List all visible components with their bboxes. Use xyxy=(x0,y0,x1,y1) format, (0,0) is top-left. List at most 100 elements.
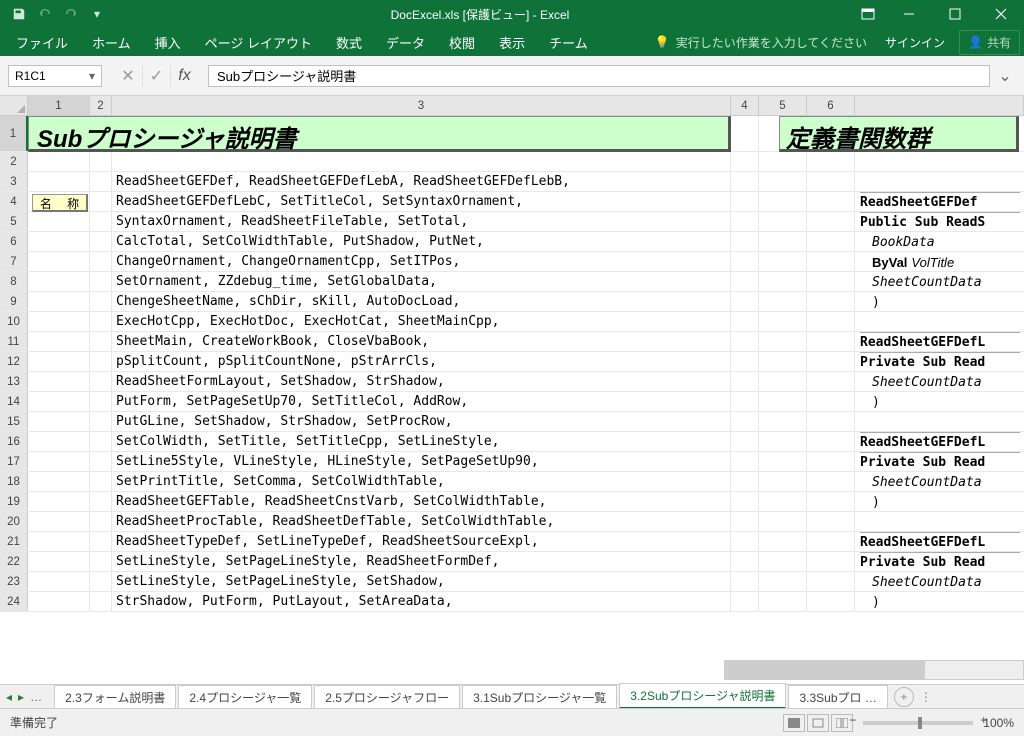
sheet-tab[interactable]: 3.1Subプロシージャ一覧 xyxy=(462,685,617,709)
cell[interactable] xyxy=(807,552,855,571)
cell[interactable] xyxy=(807,292,855,311)
row-header[interactable]: 12 xyxy=(0,352,28,371)
cell[interactable] xyxy=(807,212,855,231)
cell[interactable] xyxy=(759,552,807,571)
cell[interactable] xyxy=(28,492,90,511)
signin-link[interactable]: サインイン xyxy=(885,34,945,51)
cell[interactable] xyxy=(112,152,731,171)
cell[interactable]: SheetMain, CreateWorkBook, CloseVbaBook, xyxy=(112,332,731,351)
cell[interactable] xyxy=(807,232,855,251)
cell[interactable] xyxy=(90,252,112,271)
cell[interactable] xyxy=(28,232,90,251)
cell[interactable] xyxy=(731,252,759,271)
cell[interactable] xyxy=(90,332,112,351)
cell[interactable] xyxy=(90,352,112,371)
row-header[interactable]: 1 xyxy=(0,116,28,151)
cell[interactable]: SetPrintTitle, SetComma, SetColWidthTabl… xyxy=(112,472,731,491)
cell[interactable] xyxy=(759,532,807,551)
cell[interactable] xyxy=(90,552,112,571)
share-button[interactable]: 👤 共有 xyxy=(959,30,1020,55)
cell[interactable] xyxy=(759,332,807,351)
cell[interactable] xyxy=(90,272,112,291)
row-header[interactable]: 14 xyxy=(0,392,28,411)
cell[interactable]: ReadSheetGEFTable, ReadSheetCnstVarb, Se… xyxy=(112,492,731,511)
ribbon-tab[interactable]: ファイル xyxy=(4,28,80,56)
row-header[interactable]: 2 xyxy=(0,152,28,171)
cell[interactable] xyxy=(731,472,759,491)
zoom-level[interactable]: 100% xyxy=(983,716,1014,730)
cell[interactable] xyxy=(28,472,90,491)
cell[interactable]: ReadSheetProcTable, ReadSheetDefTable, S… xyxy=(112,512,731,531)
cell[interactable] xyxy=(731,552,759,571)
sheet-tab[interactable]: 3.2Subプロシージャ説明書 xyxy=(619,683,786,709)
cell[interactable] xyxy=(28,412,90,431)
cell[interactable] xyxy=(731,532,759,551)
qat-customize-icon[interactable]: ▾ xyxy=(84,0,110,28)
cell[interactable] xyxy=(807,572,855,591)
cell[interactable] xyxy=(759,512,807,531)
cell[interactable] xyxy=(807,372,855,391)
cell[interactable]: SetLineStyle, SetPageLineStyle, ReadShee… xyxy=(112,552,731,571)
cell[interactable] xyxy=(28,372,90,391)
cell[interactable] xyxy=(807,172,855,191)
close-button[interactable] xyxy=(978,0,1024,28)
row-header[interactable]: 8 xyxy=(0,272,28,291)
row-header[interactable]: 17 xyxy=(0,452,28,471)
cell[interactable] xyxy=(759,292,807,311)
cell[interactable]: SetLine5Style, VLineStyle, HLineStyle, S… xyxy=(112,452,731,471)
row-header[interactable]: 16 xyxy=(0,432,28,451)
ribbon-tab[interactable]: データ xyxy=(374,28,437,56)
cell[interactable] xyxy=(90,432,112,451)
cell[interactable] xyxy=(28,212,90,231)
cell[interactable]: StrShadow, PutForm, PutLayout, SetAreaDa… xyxy=(112,592,731,611)
minimize-button[interactable] xyxy=(886,0,932,28)
row-header[interactable]: 5 xyxy=(0,212,28,231)
zoom-slider[interactable] xyxy=(863,721,973,725)
tab-menu-icon[interactable]: ⋮ xyxy=(920,690,932,704)
cell[interactable]: PutForm, SetPageSetUp70, SetTitleCol, Ad… xyxy=(112,392,731,411)
row-header[interactable]: 10 xyxy=(0,312,28,331)
cell[interactable] xyxy=(807,352,855,371)
cell[interactable] xyxy=(90,232,112,251)
row-header[interactable]: 11 xyxy=(0,332,28,351)
cell[interactable] xyxy=(28,152,90,171)
cell[interactable] xyxy=(759,212,807,231)
row-header[interactable]: 9 xyxy=(0,292,28,311)
horizontal-scrollbar[interactable] xyxy=(724,660,1024,680)
cell[interactable]: SetLineStyle, SetPageLineStyle, SetShado… xyxy=(112,572,731,591)
column-header[interactable]: 4 xyxy=(731,96,759,115)
row-header[interactable]: 22 xyxy=(0,552,28,571)
column-header[interactable]: 1 xyxy=(28,96,90,115)
cell[interactable] xyxy=(731,372,759,391)
cell[interactable] xyxy=(90,292,112,311)
enter-formula-icon[interactable]: ✓ xyxy=(142,65,170,87)
cell[interactable] xyxy=(759,412,807,431)
cell[interactable] xyxy=(731,512,759,531)
cell[interactable] xyxy=(759,252,807,271)
cell[interactable] xyxy=(731,152,759,171)
row-header[interactable]: 6 xyxy=(0,232,28,251)
cell[interactable]: CalcTotal, SetColWidthTable, PutShadow, … xyxy=(112,232,731,251)
formula-bar[interactable]: Subプロシージャ説明書 xyxy=(208,65,990,87)
cell[interactable]: ReadSheetTypeDef, SetLineTypeDef, ReadSh… xyxy=(112,532,731,551)
cell[interactable] xyxy=(759,172,807,191)
tab-nav-more-icon[interactable]: … xyxy=(30,690,42,704)
column-header[interactable]: 3 xyxy=(112,96,731,115)
cancel-formula-icon[interactable]: ✕ xyxy=(114,65,142,87)
cell[interactable] xyxy=(807,492,855,511)
cell[interactable] xyxy=(759,392,807,411)
cell[interactable] xyxy=(28,432,90,451)
cell[interactable] xyxy=(90,212,112,231)
cell[interactable]: ChengeSheetName, sChDir, sKill, AutoDocL… xyxy=(112,292,731,311)
cell[interactable] xyxy=(90,572,112,591)
ribbon-tab[interactable]: チーム xyxy=(537,28,600,56)
cell[interactable] xyxy=(28,172,90,191)
ribbon-display-options-icon[interactable] xyxy=(850,0,886,28)
cell[interactable] xyxy=(90,152,112,171)
cell[interactable] xyxy=(28,592,90,611)
cell[interactable] xyxy=(759,452,807,471)
cell[interactable] xyxy=(807,152,855,171)
cell[interactable] xyxy=(28,452,90,471)
cell[interactable]: ExecHotCpp, ExecHotDoc, ExecHotCat, Shee… xyxy=(112,312,731,331)
cell[interactable] xyxy=(731,272,759,291)
